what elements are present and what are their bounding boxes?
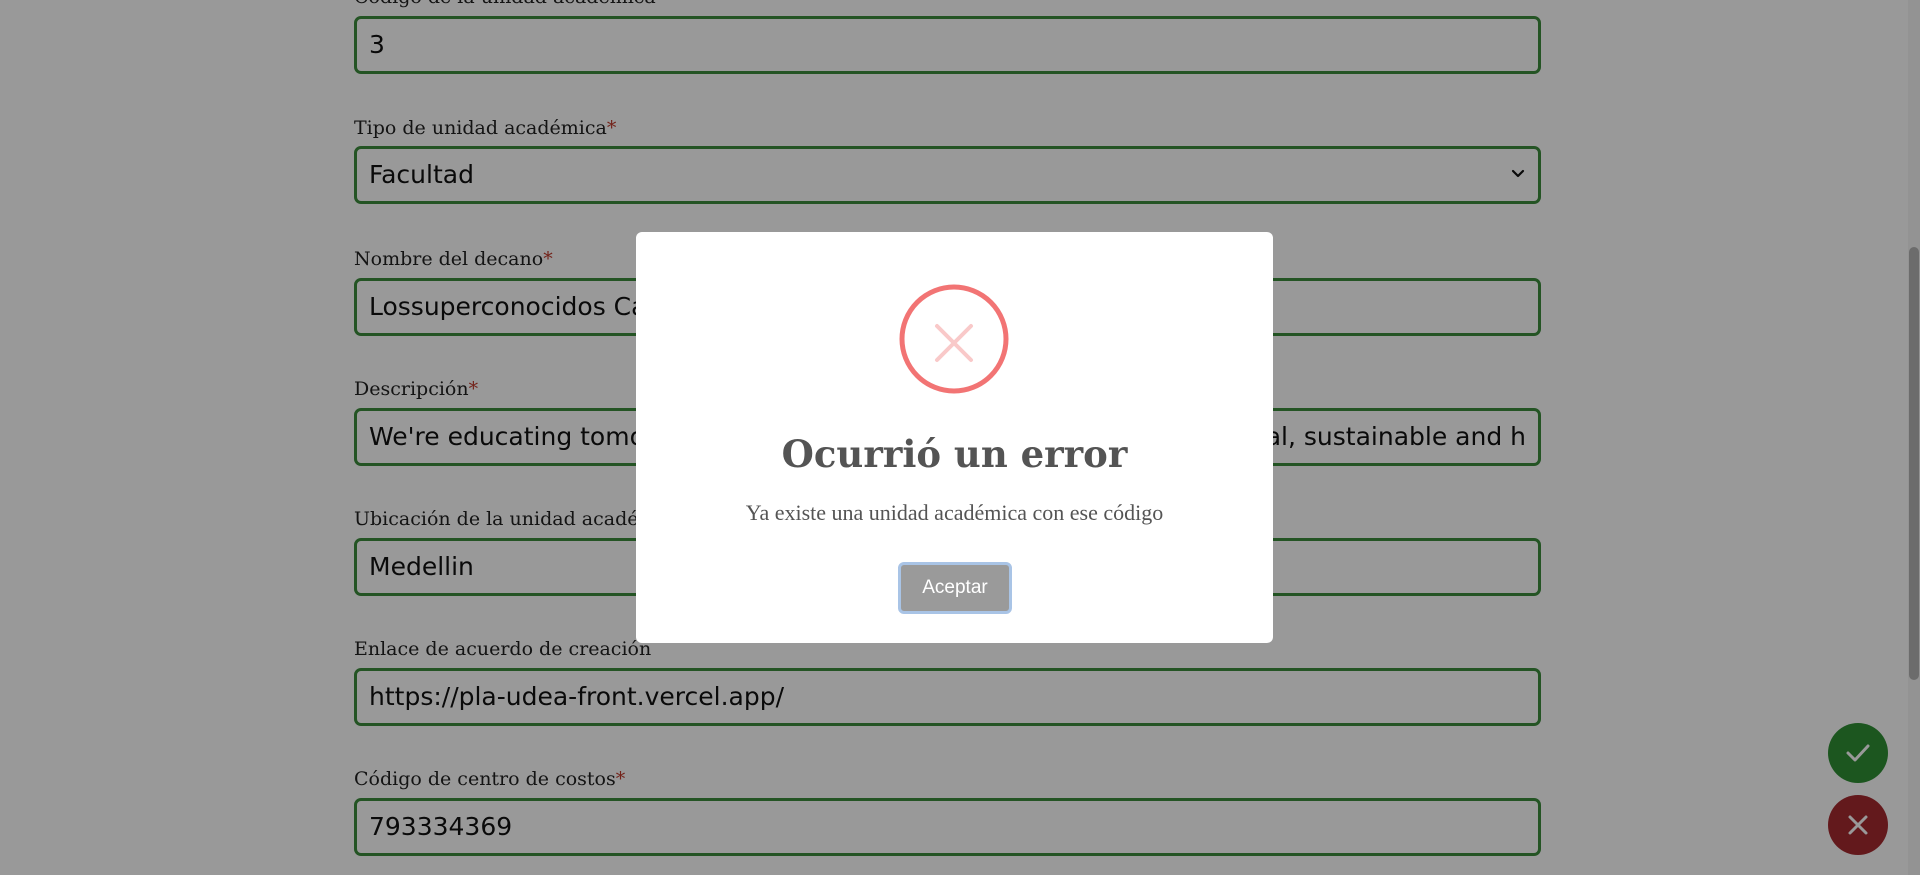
page: Código de la unidad académica* 3 Tipo de… [0,0,1920,875]
error-x-icon [899,284,1009,394]
error-dialog: Ocurrió un error Ya existe una unidad ac… [636,232,1273,643]
dialog-title: Ocurrió un error [781,432,1128,476]
dialog-message: Ya existe una unidad académica con ese c… [745,500,1164,525]
accept-button[interactable]: Aceptar [898,562,1012,614]
